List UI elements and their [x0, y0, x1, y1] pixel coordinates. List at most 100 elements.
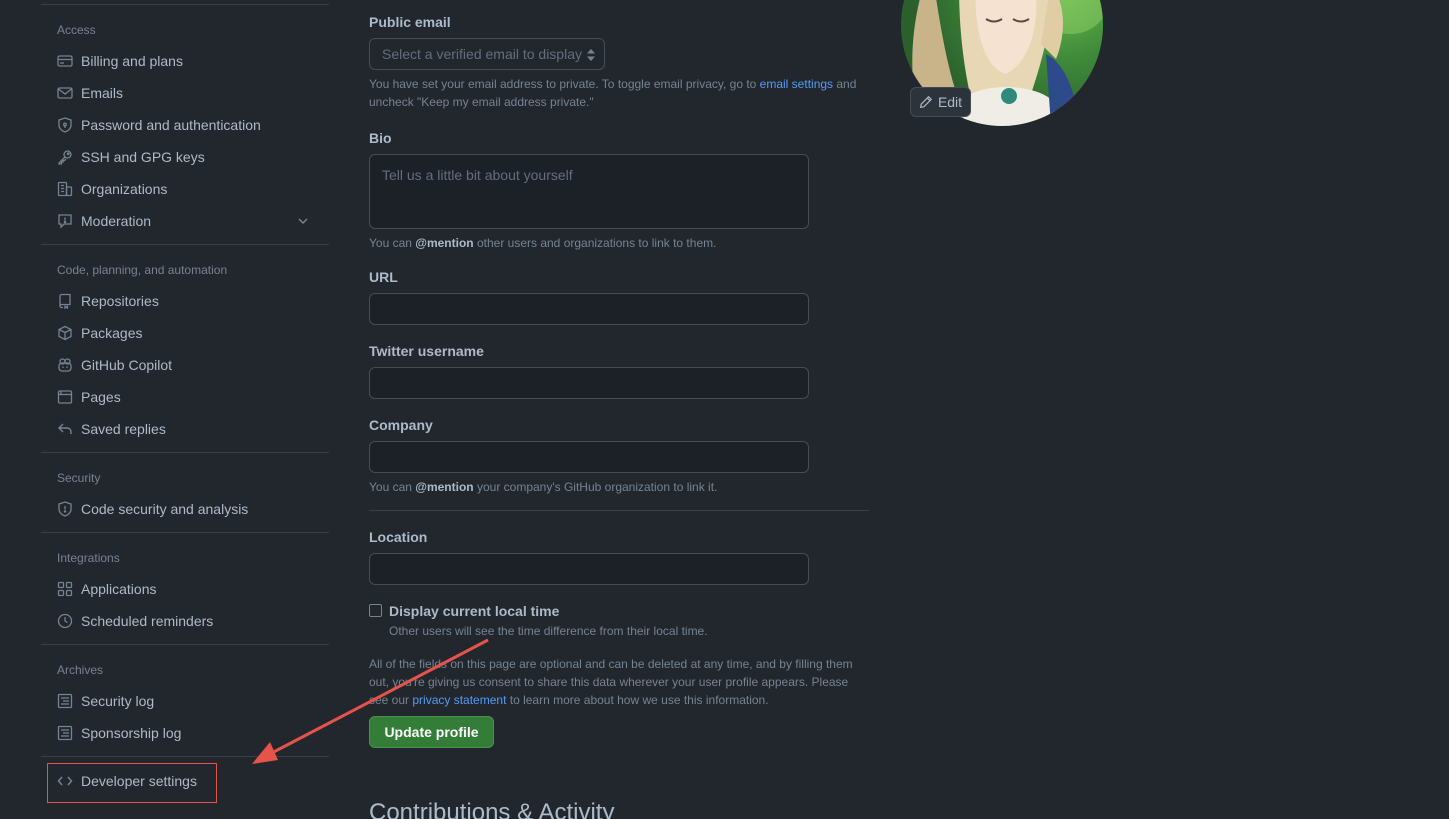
form-divider — [369, 510, 869, 511]
bio-note: You can @mention other users and organiz… — [369, 234, 716, 252]
company-note-text-end: your company's GitHub organization to li… — [473, 480, 718, 494]
sidebar-item-security-log[interactable]: Security log — [49, 686, 321, 716]
sidebar-item-label: Password and authentication — [81, 117, 261, 133]
sidebar-item-label: Packages — [81, 325, 143, 341]
local-time-note: Other users will see the time difference… — [389, 624, 708, 638]
mention-text: @mention — [415, 480, 474, 494]
repo-icon — [57, 293, 73, 309]
company-note: You can @mention your company's GitHub o… — [369, 478, 717, 496]
email-settings-link[interactable]: email settings — [760, 77, 833, 91]
sidebar-divider — [41, 4, 329, 5]
sidebar-item-label: Code security and analysis — [81, 501, 249, 517]
disclaimer-text-end: to learn more about how we use this info… — [506, 693, 769, 707]
local-time-checkbox[interactable] — [369, 604, 382, 617]
sidebar-item-label: Repositories — [81, 293, 159, 309]
mention-text: @mention — [415, 236, 474, 250]
public-email-label: Public email — [369, 14, 451, 30]
sidebar-item-label: Pages — [81, 389, 121, 405]
avatar-edit-button[interactable]: Edit — [910, 87, 971, 117]
bio-label: Bio — [369, 130, 392, 146]
public-email-note: You have set your email address to priva… — [369, 75, 869, 111]
sidebar-divider — [41, 756, 329, 757]
public-email-note-text: You have set your email address to priva… — [369, 77, 760, 91]
sidebar-item-scheduled-reminders[interactable]: Scheduled reminders — [49, 606, 321, 636]
shield-icon — [57, 501, 73, 517]
sidebar-item-moderation[interactable]: Moderation — [49, 206, 321, 236]
section-heading-access: Access — [57, 23, 96, 37]
shield-lock-icon — [57, 117, 73, 133]
sidebar-item-ssh[interactable]: SSH and GPG keys — [49, 142, 321, 172]
sidebar-item-billing[interactable]: Billing and plans — [49, 46, 321, 76]
privacy-statement-link[interactable]: privacy statement — [412, 693, 506, 707]
report-icon — [57, 213, 73, 229]
settings-sidebar: Access Billing and plans Emails Password… — [41, 0, 329, 819]
update-profile-button[interactable]: Update profile — [369, 716, 494, 748]
select-arrows-icon — [587, 49, 595, 61]
sidebar-item-label: Saved replies — [81, 421, 166, 437]
section-heading-security: Security — [57, 471, 101, 485]
location-input[interactable] — [369, 553, 809, 585]
sidebar-divider — [41, 452, 329, 453]
sidebar-item-password[interactable]: Password and authentication — [49, 110, 321, 140]
url-input[interactable] — [369, 293, 809, 325]
bio-textarea[interactable] — [369, 154, 809, 229]
log-icon — [57, 693, 73, 709]
sidebar-item-applications[interactable]: Applications — [49, 574, 321, 604]
sidebar-item-label: GitHub Copilot — [81, 357, 173, 373]
sidebar-item-emails[interactable]: Emails — [49, 78, 321, 108]
sidebar-item-label: Applications — [81, 581, 157, 597]
mail-icon — [57, 85, 73, 101]
section-heading-archives: Archives — [57, 663, 104, 677]
bio-note-text-end: other users and organizations to link to… — [473, 236, 717, 250]
company-note-text: You can — [369, 480, 416, 494]
browser-icon — [57, 389, 73, 405]
public-email-select[interactable]: Select a verified email to display — [369, 38, 605, 70]
sidebar-item-label: Scheduled reminders — [81, 613, 214, 629]
sidebar-item-label: Moderation — [81, 213, 152, 229]
key-icon — [57, 149, 73, 165]
location-label: Location — [369, 529, 428, 545]
twitter-label: Twitter username — [369, 343, 484, 359]
sidebar-item-repositories[interactable]: Repositories — [49, 286, 321, 316]
sidebar-item-organizations[interactable]: Organizations — [49, 174, 321, 204]
chevron-down-icon[interactable] — [295, 213, 311, 229]
pencil-icon — [919, 95, 933, 108]
sidebar-item-label: Billing and plans — [81, 53, 183, 69]
settings-page: Access Billing and plans Emails Password… — [0, 0, 1449, 819]
sidebar-item-pages[interactable]: Pages — [49, 382, 321, 412]
sidebar-item-label: Sponsorship log — [81, 725, 182, 741]
local-time-label[interactable]: Display current local time — [389, 603, 559, 619]
organization-icon — [57, 181, 73, 197]
reply-icon — [57, 421, 73, 437]
sidebar-divider — [41, 644, 329, 645]
url-label: URL — [369, 269, 398, 285]
avatar-edit-label: Edit — [937, 94, 963, 110]
copilot-icon — [57, 357, 73, 373]
clock-icon — [57, 613, 73, 629]
section-heading-integrations: Integrations — [57, 551, 120, 565]
apps-icon — [57, 581, 73, 597]
sidebar-item-sponsorship-log[interactable]: Sponsorship log — [49, 718, 321, 748]
company-input[interactable] — [369, 441, 809, 473]
sidebar-item-label: SSH and GPG keys — [81, 149, 205, 165]
sidebar-divider — [41, 532, 329, 533]
sidebar-item-label: Emails — [81, 85, 124, 101]
twitter-input[interactable] — [369, 367, 809, 399]
credit-card-icon — [57, 53, 73, 69]
profile-form: Public email Select a verified email to … — [369, 0, 869, 819]
bio-note-text: You can — [369, 236, 416, 250]
sidebar-item-packages[interactable]: Packages — [49, 318, 321, 348]
sidebar-divider — [41, 244, 329, 245]
sidebar-item-saved-replies[interactable]: Saved replies — [49, 414, 321, 444]
contributions-section-title: Contributions & Activity — [369, 799, 615, 819]
sidebar-item-copilot[interactable]: GitHub Copilot — [49, 350, 321, 380]
disclaimer-text: All of the fields on this page are optio… — [369, 655, 869, 709]
annotation-highlight-box — [47, 763, 217, 803]
package-icon — [57, 325, 73, 341]
log-icon — [57, 725, 73, 741]
sidebar-item-code-security[interactable]: Code security and analysis — [49, 494, 321, 524]
sidebar-item-label: Organizations — [81, 181, 168, 197]
public-email-select-value: Select a verified email to display — [382, 46, 582, 62]
sidebar-item-label: Security log — [81, 693, 155, 709]
section-heading-code: Code, planning, and automation — [57, 263, 228, 277]
